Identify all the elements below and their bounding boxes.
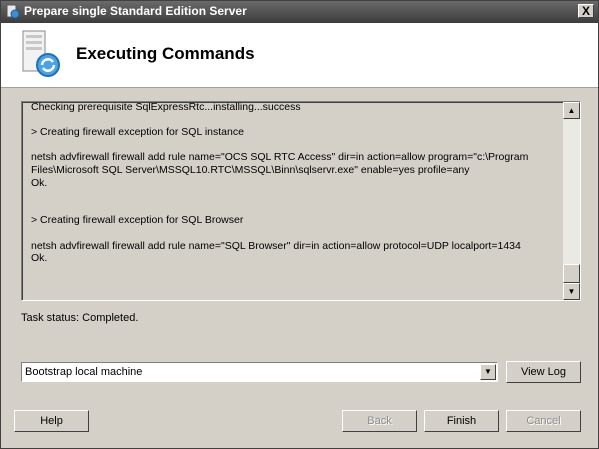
task-select-value: Bootstrap local machine (25, 366, 143, 378)
log-text: Checking prerequisite SqlExpressRtc...in… (31, 102, 529, 265)
page-title: Executing Commands (76, 44, 255, 63)
scroll-down-button[interactable]: ▼ (563, 283, 580, 300)
scroll-thumb[interactable] (563, 264, 580, 283)
task-status: Task status: Completed. (21, 312, 139, 324)
help-button[interactable]: Help (14, 410, 89, 432)
close-button[interactable]: X (578, 4, 594, 18)
finish-button[interactable]: Finish (424, 410, 499, 432)
log-viewport: Checking prerequisite SqlExpressRtc...in… (22, 102, 563, 300)
scroll-up-button[interactable]: ▲ (563, 102, 580, 119)
wizard-window: Prepare single Standard Edition Server X… (0, 0, 599, 449)
command-log[interactable]: Checking prerequisite SqlExpressRtc...in… (21, 101, 581, 301)
task-select[interactable]: Bootstrap local machine ▼ (21, 362, 498, 382)
back-button[interactable]: Back (342, 410, 417, 432)
server-icon (22, 30, 60, 77)
log-scrollbar[interactable]: ▲ ▼ (563, 102, 580, 300)
setup-app-icon (6, 4, 20, 19)
window-title: Prepare single Standard Edition Server (24, 4, 247, 18)
view-log-button[interactable]: View Log (506, 361, 581, 383)
chevron-down-icon[interactable]: ▼ (480, 364, 496, 380)
title-bar[interactable]: Prepare single Standard Edition Server X (1, 1, 598, 23)
cancel-button[interactable]: Cancel (506, 410, 581, 432)
wizard-header: Executing Commands (1, 23, 598, 88)
